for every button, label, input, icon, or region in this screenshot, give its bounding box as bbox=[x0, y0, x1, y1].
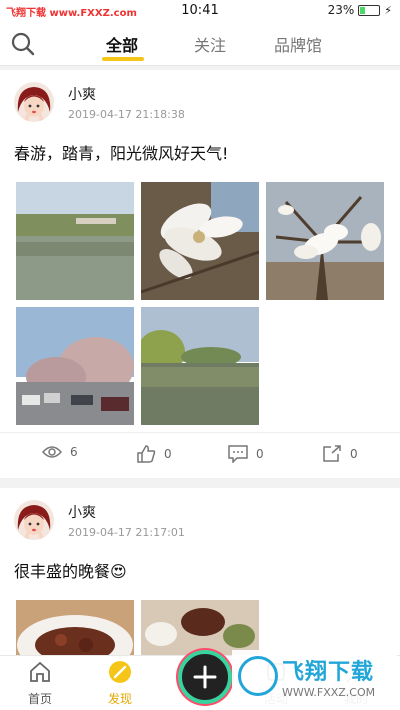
tab-discover-label: 发现 bbox=[107, 692, 132, 706]
photo-cherry-trees-parking[interactable] bbox=[16, 307, 134, 425]
charging-icon: ⚡ bbox=[384, 3, 392, 17]
discover-icon bbox=[109, 661, 131, 683]
comment-button[interactable]: 0 bbox=[228, 445, 264, 463]
watermark-overlay: 飞翔下载 WWW.FXXZ.COM bbox=[232, 650, 397, 710]
username[interactable]: 小爽 bbox=[68, 502, 96, 522]
shares-value: 0 bbox=[350, 447, 358, 461]
comment-icon bbox=[228, 445, 248, 463]
share-button[interactable]: 0 bbox=[322, 445, 358, 463]
watermark-title: 飞翔下载 bbox=[282, 660, 375, 685]
share-icon bbox=[323, 445, 341, 462]
likes-value: 0 bbox=[164, 447, 172, 461]
watermark-logo-icon bbox=[238, 656, 278, 696]
like-button[interactable]: 0 bbox=[136, 445, 172, 463]
photo-lake-reflection[interactable] bbox=[16, 182, 134, 300]
status-bar: 飞翔下载 www.FXXZ.com 10:41 23% ⚡ bbox=[0, 0, 400, 22]
feed: 小爽 2019-04-17 21:18:38 春游，踏青，阳光微风好天气! 6 … bbox=[0, 70, 400, 710]
tab-home-label: 首页 bbox=[27, 692, 52, 706]
tab-home[interactable]: 首页 bbox=[10, 660, 70, 707]
plus-icon bbox=[193, 665, 217, 689]
username[interactable]: 小爽 bbox=[68, 84, 96, 104]
photo-lake-willows[interactable] bbox=[141, 307, 259, 425]
tab-following[interactable]: 关注 bbox=[194, 32, 226, 56]
tab-brand-hall[interactable]: 品牌馆 bbox=[274, 32, 322, 56]
post-text: 春游，踏青，阳光微风好天气! bbox=[14, 144, 229, 163]
home-icon bbox=[30, 661, 50, 682]
battery-icon bbox=[358, 4, 381, 16]
tab-all[interactable]: 全部 bbox=[106, 32, 138, 56]
watermark-url: WWW.FXXZ.COM bbox=[282, 686, 376, 699]
search-icon[interactable] bbox=[10, 31, 36, 57]
top-nav: 全部 关注 品牌馆 bbox=[0, 22, 400, 66]
post-card[interactable]: 小爽 2019-04-17 21:18:38 春游，踏青，阳光微风好天气! 6 … bbox=[0, 70, 400, 478]
view-count: 6 bbox=[42, 445, 78, 459]
post-time: 2019-04-17 21:18:38 bbox=[68, 108, 185, 121]
post-actions: 6 0 0 0 bbox=[0, 432, 400, 478]
battery-percent: 23% bbox=[327, 3, 355, 17]
eye-icon bbox=[42, 446, 62, 458]
avatar[interactable] bbox=[14, 500, 54, 540]
app-frame: 飞翔下载 www.FXXZ.com 10:41 23% ⚡ 全部 关注 品牌馆 bbox=[0, 0, 400, 710]
battery-indicator: 23% ⚡ bbox=[328, 3, 392, 17]
active-tab-indicator bbox=[102, 57, 144, 61]
post-time: 2019-04-17 21:17:01 bbox=[68, 526, 185, 539]
thumbs-up-icon bbox=[137, 445, 156, 463]
comments-value: 0 bbox=[256, 447, 264, 461]
post-header: 小爽 2019-04-17 21:17:01 bbox=[0, 488, 400, 548]
tab-discover[interactable]: 发现 bbox=[90, 660, 150, 707]
post-header: 小爽 2019-04-17 21:18:38 bbox=[0, 70, 400, 130]
views-value: 6 bbox=[70, 445, 78, 459]
avatar[interactable] bbox=[14, 82, 54, 122]
photo-magnolia-tree[interactable] bbox=[266, 182, 384, 300]
battery-fill bbox=[360, 6, 365, 14]
photo-magnolia-blossom[interactable] bbox=[141, 182, 259, 300]
create-post-button[interactable] bbox=[178, 650, 232, 704]
photo-grid bbox=[0, 182, 400, 439]
post-text: 很丰盛的晚餐😍 bbox=[14, 562, 127, 581]
